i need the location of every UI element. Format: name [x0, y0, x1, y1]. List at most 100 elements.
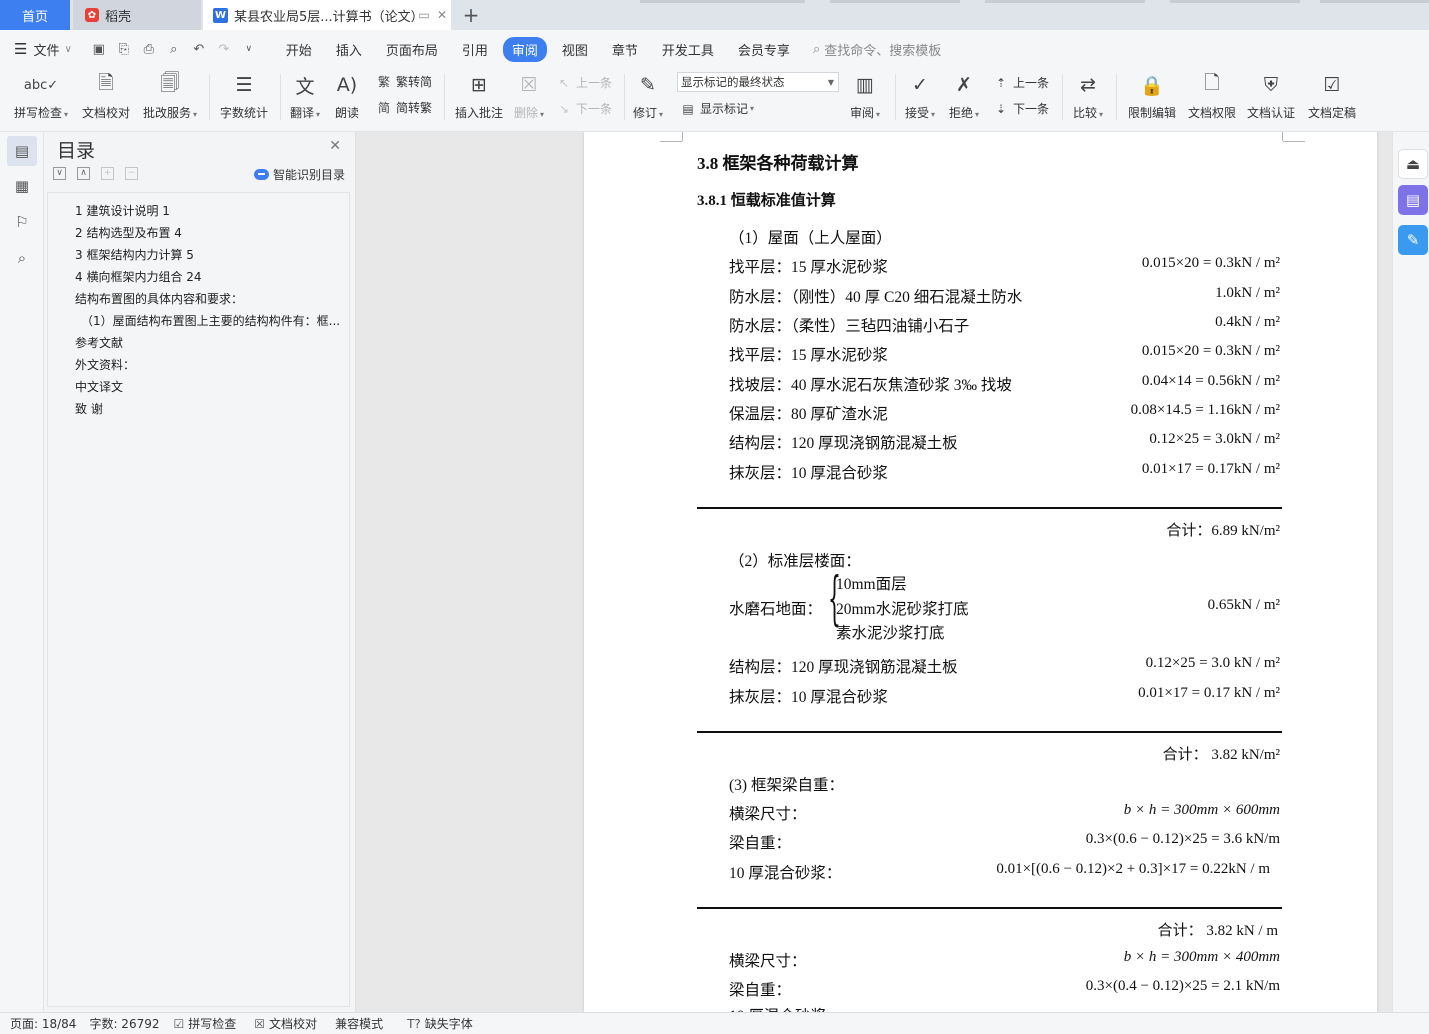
menu-bar: ☰ 文件 ∨ ▣ ⎘ ⎙ ⌕ ↶ ↷ ∨ 开始 插入 页面布局 引用 审阅 视图…	[0, 30, 1429, 68]
menu-insert[interactable]: 插入	[327, 37, 371, 62]
toc-item[interactable]: （1）屋面结构布置图上主要的结构构件有：框...	[81, 312, 340, 329]
to-traditional-button[interactable]: 繁 繁转简	[376, 73, 432, 90]
smart-review-icon[interactable]: ▤	[1398, 185, 1428, 215]
doc-permission-button[interactable]: 🗋 文档权限	[1184, 68, 1240, 124]
review-pane-button[interactable]: ▥ 审阅 ▾	[846, 68, 884, 124]
markup-mode-select[interactable]: 显示标记的最终状态 ▼	[677, 72, 839, 92]
collapse-panel-icon[interactable]: ⏏	[1398, 149, 1428, 179]
spellcheck-status[interactable]: ☑ 拼写检查	[174, 1015, 237, 1032]
crop-mark	[1282, 132, 1283, 141]
compare-button[interactable]: ⇄ 比较 ▾	[1068, 68, 1108, 124]
menu-references[interactable]: 引用	[453, 37, 497, 62]
save-icon[interactable]: ▣	[88, 38, 110, 60]
partial-line: 10 厚混合砂浆	[729, 1004, 826, 1012]
toc-item[interactable]: 3 框架结构内力计算 5	[75, 246, 194, 263]
reject-button[interactable]: ✗ 拒绝 ▾	[945, 68, 983, 124]
tab-document[interactable]: W 某县农业局5层...计算书（论文） ▭ ✕	[203, 0, 451, 30]
sum-divider	[697, 731, 1282, 733]
expand-all-icon[interactable]: ∨	[53, 167, 66, 180]
floor-row-value: 0.01×17 = 0.17 kN / m²	[1138, 685, 1280, 701]
tab-daoke[interactable]: ✿ 稻壳	[73, 0, 201, 30]
doc-cert-button[interactable]: ⛨ 文档认证	[1243, 68, 1299, 124]
doc-final-button[interactable]: ☑ 文档定稿	[1304, 68, 1360, 124]
close-tab-icon[interactable]: ✕	[433, 8, 451, 22]
menu-chapter[interactable]: 章节	[603, 37, 647, 62]
command-search[interactable]: ⌕ 查找命令、搜索模板	[813, 40, 941, 59]
menu-member[interactable]: 会员专享	[729, 37, 799, 62]
toc-item[interactable]: 参考文献	[75, 334, 123, 351]
tab-home[interactable]: 首页	[0, 0, 70, 30]
show-markup-button[interactable]: ▤ 显示标记 ▾	[680, 100, 754, 117]
customize-toolbar-icon[interactable]: ∨	[238, 38, 260, 60]
print-icon[interactable]: ⎙	[138, 38, 160, 60]
smart-toc-button[interactable]: 智能识别目录	[253, 166, 345, 183]
tab-placeholder	[640, 0, 805, 3]
insert-comment-button[interactable]: ⊞ 插入批注	[451, 68, 507, 124]
prev-change-button[interactable]: ⇡ 上一条	[993, 74, 1049, 91]
menu-review[interactable]: 审阅	[502, 36, 547, 62]
delete-comment-button[interactable]: ☒ 删除 ▾	[510, 68, 548, 124]
to-simplified-button[interactable]: 简 简转繁	[376, 99, 432, 116]
export-pdf-icon[interactable]: ⎘	[113, 38, 135, 60]
page-indicator-text: 页面: 18/84	[10, 1017, 77, 1031]
prev-comment-button[interactable]: ↖ 上一条	[556, 74, 612, 91]
read-aloud-button[interactable]: A) 朗读	[330, 68, 364, 124]
spellcheck-button[interactable]: abc✓ 拼写检查 ▾	[10, 68, 72, 124]
new-tab-button[interactable]: +	[459, 0, 483, 30]
menu-developer[interactable]: 开发工具	[653, 37, 723, 62]
accept-button[interactable]: ✓ 接受 ▾	[901, 68, 939, 124]
redo-icon[interactable]: ↷	[213, 38, 235, 60]
doc-check-button[interactable]: 🗎 文档校对	[78, 68, 134, 124]
menu-view[interactable]: 视图	[553, 37, 597, 62]
toc-item[interactable]: 外文资料：	[75, 356, 135, 373]
roof-row-value: 0.01×17 = 0.17kN / m²	[1141, 461, 1280, 477]
close-icon[interactable]: ✕	[329, 138, 341, 154]
print-preview-icon[interactable]: ⌕	[163, 38, 185, 60]
beam2-row-label: 梁自重：	[729, 982, 792, 999]
missing-font-status[interactable]: T? 缺失字体	[407, 1015, 473, 1032]
proof-status[interactable]: ☒ 文档校对	[254, 1015, 317, 1032]
chapter-nav-icon[interactable]: ▦	[7, 171, 37, 201]
review-service-button[interactable]: 🗐 批改服务 ▾	[139, 68, 201, 124]
compat-mode-status[interactable]: 兼容模式	[335, 1015, 383, 1032]
document-area[interactable]: 3.8 框架各种荷载计算 3.8.1 恒载标准值计算 （1）屋面（上人屋面） 找…	[357, 132, 1392, 1012]
next-comment-button[interactable]: ↘ 下一条	[556, 100, 612, 117]
next-comment-label: 下一条	[576, 102, 613, 116]
toc-item[interactable]: 致 谢	[75, 400, 103, 417]
document-page[interactable]: 3.8 框架各种荷载计算 3.8.1 恒载标准值计算 （1）屋面（上人屋面） 找…	[584, 132, 1377, 1012]
file-menu[interactable]: ☰ 文件 ∨	[14, 40, 72, 59]
toc-item[interactable]: 4 横向框架内力组合 24	[75, 268, 202, 285]
restrict-edit-button[interactable]: 🔒 限制编辑	[1124, 68, 1180, 124]
tab-document-title: 某县农业局5层...计算书（论文）	[234, 9, 415, 25]
delete-comment-icon: ☒	[520, 74, 538, 96]
next-change-button[interactable]: ⇣ 下一条	[993, 100, 1049, 117]
beam-row-label: 梁自重：	[729, 835, 792, 852]
add-heading-icon[interactable]: +	[101, 167, 114, 180]
toc-item[interactable]: 结构布置图的具体内容和要求：	[75, 290, 243, 307]
next-change-icon: ⇣	[995, 101, 1007, 116]
lock-document-icon: 🔒	[1140, 74, 1164, 97]
remove-heading-icon[interactable]: −	[125, 167, 138, 180]
crop-mark	[660, 141, 682, 142]
word-count-button[interactable]: ☰ 字数统计	[216, 68, 272, 124]
undo-icon[interactable]: ↶	[188, 38, 210, 60]
track-changes-button[interactable]: ✎ 修订 ▾	[630, 68, 666, 124]
menu-start[interactable]: 开始	[277, 37, 321, 62]
roof-row-value: 1.0kN / m²	[1215, 285, 1280, 301]
roof-row-label: 找平层：15 厚水泥砂浆	[729, 347, 888, 364]
word-count-status[interactable]: 字数: 26792	[89, 1015, 159, 1032]
collapse-all-icon[interactable]: ∧	[77, 167, 90, 180]
bookmark-icon[interactable]: ⚐	[7, 207, 37, 237]
doc-assistant-icon[interactable]: ✎	[1398, 225, 1428, 255]
to-simplified-label: 简转繁	[396, 101, 433, 115]
translate-button[interactable]: 文 翻译 ▾	[286, 68, 324, 124]
search-icon[interactable]: ⌕	[7, 243, 37, 273]
pin-window-icon[interactable]: ▭	[415, 8, 433, 22]
toc-item[interactable]: 中文译文	[75, 378, 123, 395]
toc-item[interactable]: 2 结构选型及布置 4	[75, 224, 182, 241]
show-markup-icon: ▤	[682, 101, 694, 116]
page-indicator[interactable]: 页面: 18/84	[10, 1015, 76, 1032]
menu-page-layout[interactable]: 页面布局	[377, 37, 447, 62]
toc-item[interactable]: 1 建筑设计说明 1	[75, 202, 170, 219]
toc-icon[interactable]: ▤	[7, 136, 37, 166]
